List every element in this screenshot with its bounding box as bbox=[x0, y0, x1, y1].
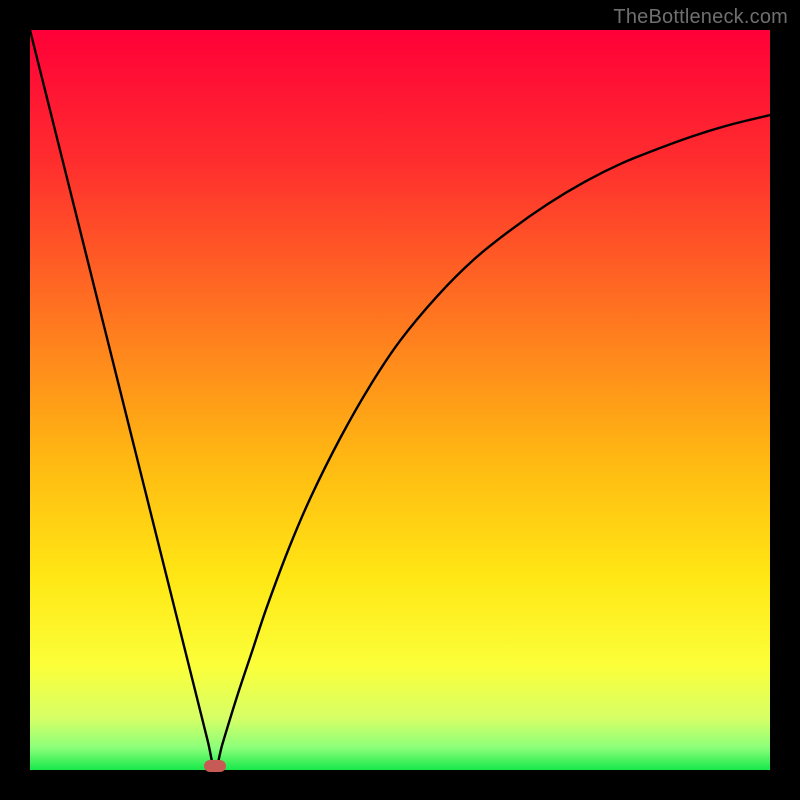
bottleneck-curve bbox=[30, 30, 770, 770]
plot-area bbox=[30, 30, 770, 770]
optimal-marker bbox=[204, 760, 226, 772]
watermark-text: TheBottleneck.com bbox=[613, 6, 788, 29]
chart-container: TheBottleneck.com bbox=[0, 0, 800, 800]
